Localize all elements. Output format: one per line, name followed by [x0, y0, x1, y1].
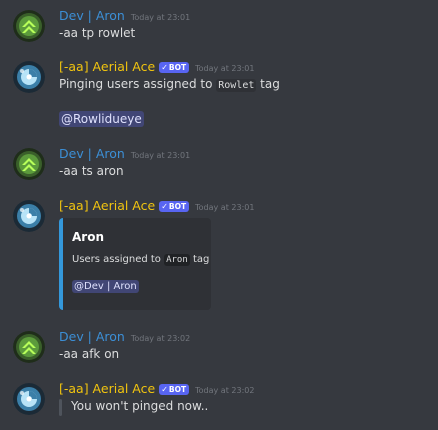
avatar[interactable] — [13, 383, 45, 415]
blue-spiral-emblem-icon — [13, 61, 45, 93]
message-header: Dev | Aron Today at 23:01 — [59, 8, 190, 23]
embed-title: Aron — [72, 230, 104, 244]
bot-tag: ✓BOT — [159, 384, 190, 395]
username[interactable]: [-aa] Aerial Ace — [59, 59, 155, 74]
green-chevron-emblem-icon — [13, 148, 45, 180]
message-text: -aa tp rowlet — [59, 26, 136, 40]
green-chevron-emblem-icon — [13, 10, 45, 42]
username[interactable]: Dev | Aron — [59, 146, 125, 161]
message: [-aa] Aerial Ace ✓BOT Today at 23:02 You… — [0, 381, 438, 423]
embed: Aron Users assigned to Aron tag @Dev | A… — [59, 218, 211, 310]
username[interactable]: [-aa] Aerial Ace — [59, 198, 155, 213]
avatar[interactable] — [13, 148, 45, 180]
message: [-aa] Aerial Ace ✓BOT Today at 23:01 Aro… — [0, 198, 438, 315]
username[interactable]: [-aa] Aerial Ace — [59, 381, 155, 396]
timestamp[interactable]: Today at 23:01 — [195, 64, 254, 73]
username[interactable]: Dev | Aron — [59, 8, 125, 23]
text-segment: tag — [256, 77, 280, 91]
message-header: [-aa] Aerial Ace ✓BOT Today at 23:02 — [59, 381, 254, 396]
avatar[interactable] — [13, 331, 45, 363]
avatar[interactable] — [13, 61, 45, 93]
inline-code: Aron — [164, 254, 190, 266]
bot-tag-label: BOT — [168, 63, 187, 72]
timestamp[interactable]: Today at 23:02 — [131, 334, 190, 343]
message-text: Pinging users assigned to Rowlet tag — [59, 77, 280, 92]
bot-tag-label: BOT — [168, 202, 187, 211]
chat-messages: Dev | Aron Today at 23:01 -aa tp rowlet … — [0, 0, 438, 430]
block-quote: You won't pinged now.. — [59, 399, 209, 416]
timestamp[interactable]: Today at 23:01 — [195, 203, 254, 212]
blue-spiral-emblem-icon — [13, 200, 45, 232]
timestamp[interactable]: Today at 23:01 — [131, 151, 190, 160]
bot-tag: ✓BOT — [159, 201, 190, 212]
message: [-aa] Aerial Ace ✓BOT Today at 23:01 Pin… — [0, 59, 438, 131]
quote-bar — [59, 399, 62, 416]
message: Dev | Aron Today at 23:02 -aa afk on — [0, 329, 438, 371]
check-icon: ✓ — [161, 63, 168, 72]
user-mention[interactable]: @Dev | Aron — [72, 280, 139, 293]
text-segment: tag — [189, 254, 210, 265]
timestamp[interactable]: Today at 23:01 — [131, 13, 190, 22]
timestamp[interactable]: Today at 23:02 — [195, 386, 254, 395]
message-header: [-aa] Aerial Ace ✓BOT Today at 23:01 — [59, 59, 254, 74]
bot-tag-label: BOT — [168, 385, 187, 394]
text-segment: Pinging users assigned to — [59, 77, 217, 91]
message: Dev | Aron Today at 23:01 -aa tp rowlet — [0, 8, 438, 50]
blue-spiral-emblem-icon — [13, 383, 45, 415]
message: Dev | Aron Today at 23:01 -aa ts aron — [0, 146, 438, 188]
inline-code: Rowlet — [216, 79, 257, 92]
bot-tag: ✓BOT — [159, 62, 190, 73]
avatar[interactable] — [13, 200, 45, 232]
message-header: [-aa] Aerial Ace ✓BOT Today at 23:01 — [59, 198, 254, 213]
user-mention[interactable]: @Rowlidueye — [59, 111, 144, 127]
message-header: Dev | Aron Today at 23:01 — [59, 146, 190, 161]
username[interactable]: Dev | Aron — [59, 329, 125, 344]
avatar[interactable] — [13, 10, 45, 42]
quote-text: You won't pinged now.. — [71, 399, 209, 413]
message-header: Dev | Aron Today at 23:02 — [59, 329, 190, 344]
text-segment: Users assigned to — [72, 254, 165, 265]
message-text: -aa afk on — [59, 347, 120, 361]
message-text: -aa ts aron — [59, 164, 124, 178]
embed-description: Users assigned to Aron tag — [72, 254, 210, 266]
green-chevron-emblem-icon — [13, 331, 45, 363]
check-icon: ✓ — [161, 385, 168, 394]
check-icon: ✓ — [161, 202, 168, 211]
